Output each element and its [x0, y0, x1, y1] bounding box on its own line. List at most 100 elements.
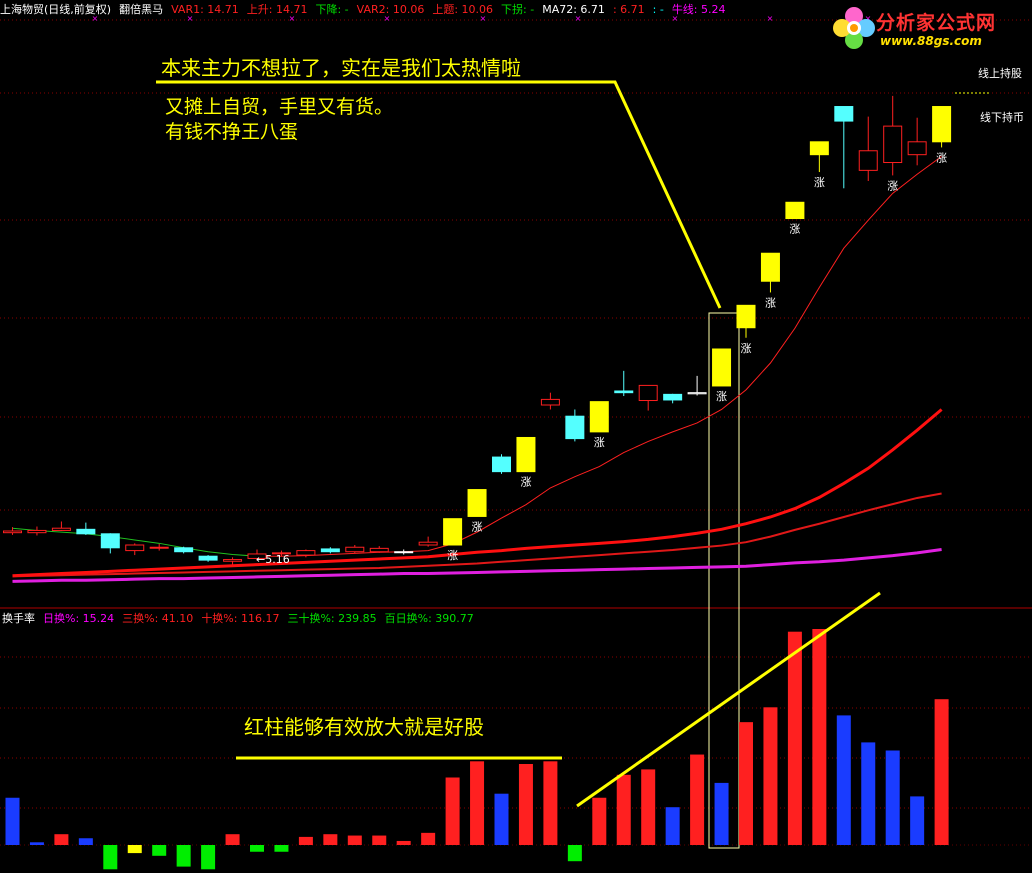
candle-body	[492, 456, 511, 473]
chart-canvas[interactable]: × × × × × × × × × 涨涨涨涨涨涨涨涨涨 涨涨	[0, 0, 1032, 873]
candle-body	[858, 150, 878, 171]
ma72-value: MA72: 6.71	[542, 3, 605, 16]
turnover-bar	[298, 836, 313, 845]
up-value: 上升: 14.71	[246, 3, 308, 16]
candle-body	[3, 530, 22, 534]
candle-body	[394, 551, 414, 554]
moving-average-lines	[12, 155, 943, 583]
turnover-bar	[567, 845, 582, 862]
low-price-label: ←5.16	[256, 553, 290, 566]
candle-body	[883, 125, 903, 164]
candle-body	[834, 106, 854, 122]
candlesticks	[3, 95, 952, 565]
annotation-line-2: 又摊上自贸，手里又有货。	[165, 96, 394, 118]
turnover-bar	[127, 845, 142, 854]
turnover-bar	[396, 840, 411, 845]
candle-body	[51, 527, 71, 531]
rise-marks: 涨涨涨涨涨涨涨涨涨 涨涨	[447, 92, 990, 562]
candle-body	[174, 547, 194, 553]
rise-mark: 涨	[594, 436, 605, 449]
turnover-bar	[763, 707, 778, 845]
top-marker: ×	[767, 14, 774, 23]
three-turnover: 三换%: 41.10	[122, 612, 194, 625]
turnover-bar	[592, 797, 607, 845]
turnover-bar	[470, 761, 485, 845]
turnover-bar	[861, 742, 876, 845]
candle-body	[198, 555, 218, 561]
grid-lines: × × × × × × × × ×	[0, 14, 1032, 846]
dash-value: : -	[652, 3, 664, 16]
main-indicator-header: 上海物贸(日线,前复权) 翻倍黑马 VAR1: 14.71 上升: 14.71 下降: …	[0, 2, 734, 18]
candle-body	[589, 401, 609, 433]
candle-body	[443, 518, 463, 546]
turnover-bar	[29, 842, 44, 845]
turn-down-value: 下拐: -	[501, 3, 535, 16]
turnover-bar	[885, 750, 900, 845]
flower-icon	[833, 7, 875, 49]
candle-body	[540, 398, 560, 406]
turnover-bar	[445, 777, 460, 845]
turnover-bar	[836, 715, 851, 845]
turnover-bar	[372, 835, 387, 845]
candle-body	[907, 141, 927, 156]
fast-line-red	[257, 155, 942, 557]
turnover-bar	[787, 631, 802, 845]
rise-mark: 涨	[789, 223, 800, 236]
turnover-bar	[54, 834, 69, 845]
candle-body	[76, 528, 96, 535]
turnover-bar	[78, 838, 93, 845]
main-annotation: 本来主力不想拉了，实在是我们太热情啦	[161, 56, 521, 80]
rise-mark: 涨	[814, 176, 825, 189]
candle-body	[663, 393, 683, 401]
rise-mark: 涨	[716, 390, 727, 403]
annotation-line-3: 有钱不挣王八蛋	[165, 121, 299, 143]
turnover-bar	[250, 845, 264, 852]
turnover-bar	[690, 754, 705, 845]
turnover-bar	[518, 764, 533, 845]
turnover-bar	[152, 845, 167, 856]
stock-chart-window: × × × × × × × × × 涨涨涨涨涨涨涨涨涨涨涨 上海物贸(日线,前复权) 翻倍黑马 VA…	[0, 0, 1032, 873]
turnover-bar	[812, 629, 827, 845]
candle-body	[369, 547, 389, 553]
above-line-label: 线上持股	[978, 67, 1022, 80]
turnover-bar	[201, 845, 216, 870]
candle-body	[418, 541, 438, 546]
turnover-title: 换手率	[2, 612, 35, 625]
candle-body	[932, 106, 952, 143]
candle-body	[809, 141, 829, 156]
turnover-bar	[323, 834, 338, 845]
turnover-bar	[739, 722, 753, 845]
thirty-turnover: 三十换%: 239.85	[287, 612, 377, 625]
logo-title: 分析家公式网	[876, 12, 997, 34]
turnover-bar	[910, 796, 925, 845]
indicator-name: 翻倍黑马	[119, 3, 164, 16]
candle-body	[712, 348, 732, 387]
rise-mark: 涨	[887, 179, 898, 192]
candle-body	[223, 559, 243, 562]
candle-body	[27, 529, 47, 534]
turnover-bar	[543, 761, 558, 845]
stock-title: 上海物贸(日线,前复权)	[0, 3, 112, 16]
candle-body	[687, 392, 707, 395]
turnover-bar	[665, 807, 680, 845]
candle-body	[785, 201, 805, 220]
logo-url: www.88gs.com	[880, 34, 982, 48]
turnover-bar	[494, 793, 509, 845]
rise-mark: 涨	[520, 476, 531, 489]
rise-mark: 涨	[741, 342, 752, 355]
turnover-bar	[103, 845, 118, 870]
turnover-bars	[5, 629, 949, 870]
turnover-bar	[176, 845, 191, 867]
up-line-value: 上题: 10.06	[432, 3, 494, 16]
candle-body	[467, 489, 487, 517]
volume-annotation: 红柱能够有效放大就是好股	[244, 715, 484, 739]
rise-mark: 涨	[472, 520, 483, 533]
turnover-header: 换手率 日换%: 15.24 三换%: 41.10 十换%: 116.17 三十换%: …	[2, 612, 482, 626]
rise-mark: 涨	[936, 151, 947, 164]
ten-turnover: 十换%: 116.17	[201, 612, 280, 625]
rise-mark: 涨	[765, 296, 776, 309]
turnover-bar	[714, 782, 729, 845]
turnover-bar	[616, 774, 631, 845]
var2-value: VAR2: 10.06	[356, 3, 425, 16]
candle-body	[149, 546, 169, 549]
